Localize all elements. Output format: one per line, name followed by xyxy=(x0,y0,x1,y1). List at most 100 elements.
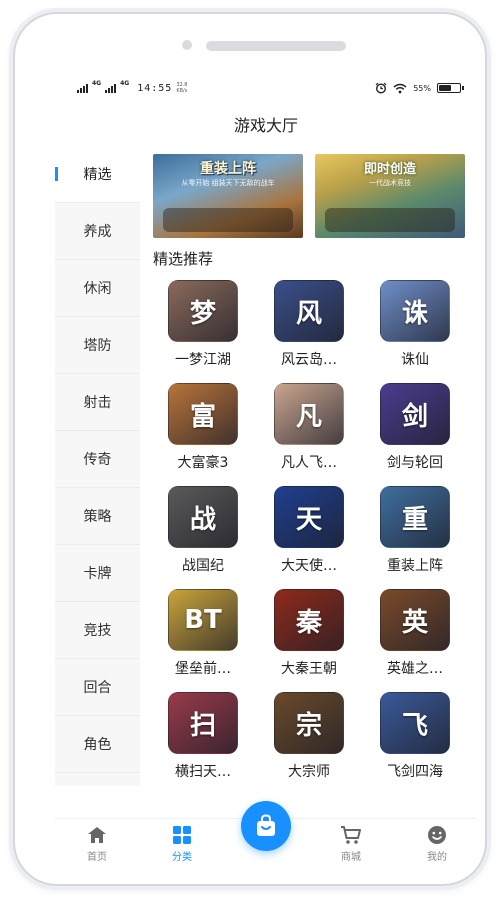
earpiece-speaker xyxy=(206,41,346,51)
status-bar: 4G 4G 14:55 32.8 KB/s 55% xyxy=(55,76,477,102)
app-item[interactable]: 风风云岛… xyxy=(259,280,359,369)
tab-shop[interactable]: 商城 xyxy=(321,825,381,863)
sidebar-item-label: 休闲 xyxy=(83,281,112,297)
net-speed-unit: KB/s xyxy=(176,88,188,94)
app-item[interactable]: 凡凡人飞… xyxy=(259,383,359,472)
app-icon: BT xyxy=(168,589,238,651)
tab-label: 商城 xyxy=(341,852,361,863)
app-item[interactable]: BT 堡垒前… xyxy=(153,589,253,678)
app-item[interactable]: 剑剑与轮回 xyxy=(365,383,465,472)
battery-icon xyxy=(437,83,464,93)
phone-frame: 4G 4G 14:55 32.8 KB/s 55% 游戏大厅 精选 养成 休闲 … xyxy=(13,12,487,886)
app-name: 大天使… xyxy=(281,558,337,574)
wifi-icon xyxy=(393,83,407,93)
main-content: 重装上阵 从零开始 组装天下无敌的战车 即时创造 一代战术竞技 精选推荐 梦一梦… xyxy=(153,154,469,818)
app-item[interactable]: 富大富豪3 xyxy=(153,383,253,472)
app-name: 大宗师 xyxy=(288,764,330,780)
sidebar-item-category[interactable]: 塔防 xyxy=(55,317,140,374)
grid-icon xyxy=(171,825,193,845)
app-icon: 秦 xyxy=(274,589,344,651)
page-title: 游戏大厅 xyxy=(233,116,298,135)
app-name: 剑与轮回 xyxy=(387,455,443,471)
app-item[interactable]: 秦大秦王朝 xyxy=(259,589,359,678)
sidebar-item-category[interactable]: 策略 xyxy=(55,488,140,545)
app-name: 重装上阵 xyxy=(387,558,443,574)
app-name: 大富豪3 xyxy=(177,455,229,471)
tab-category[interactable]: 分类 xyxy=(152,825,212,863)
app-item[interactable]: 飞飞剑四海 xyxy=(365,692,465,781)
sidebar-item-label: 传奇 xyxy=(83,452,112,468)
smile-icon xyxy=(426,825,448,845)
app-name: 横扫天… xyxy=(175,764,231,780)
network-type-1: 4G xyxy=(92,80,102,87)
tab-mine[interactable]: 我的 xyxy=(407,825,467,863)
sidebar-item-category[interactable]: 角色 xyxy=(55,716,140,773)
sidebar-item-category[interactable]: 精选 xyxy=(55,146,140,203)
category-sidebar: 精选养成休闲塔防射击传奇策略卡牌竞技回合角色 xyxy=(55,146,140,786)
banner-title: 重装上阵 xyxy=(200,161,256,177)
sidebar-item-label: 塔防 xyxy=(83,338,112,354)
alarm-icon xyxy=(375,82,387,94)
app-icon: 宗 xyxy=(274,692,344,754)
app-icon: 飞 xyxy=(380,692,450,754)
sidebar-item-category[interactable]: 射击 xyxy=(55,374,140,431)
app-icon: 诛 xyxy=(380,280,450,342)
clock: 14:55 xyxy=(137,82,173,94)
battery-percent: 55% xyxy=(413,83,431,93)
sidebar-item-label: 精选 xyxy=(83,167,112,183)
battery-fill xyxy=(439,85,452,91)
banner-jishichuangzao[interactable]: 即时创造 一代战术竞技 xyxy=(315,154,465,238)
screen: 4G 4G 14:55 32.8 KB/s 55% 游戏大厅 精选 养成 休闲 … xyxy=(55,76,477,866)
app-icon: 扫 xyxy=(168,692,238,754)
app-name: 大秦王朝 xyxy=(281,661,337,677)
sidebar-item-category[interactable]: 养成 xyxy=(55,203,140,260)
app-icon: 凡 xyxy=(274,383,344,445)
app-item[interactable]: 扫横扫天… xyxy=(153,692,253,781)
app-name: 战国纪 xyxy=(182,558,224,574)
app-name: 英雄之… xyxy=(387,661,443,677)
sidebar-item-label: 角色 xyxy=(83,737,112,753)
app-icon: 风 xyxy=(274,280,344,342)
banner-subtitle: 一代战术竞技 xyxy=(369,179,411,187)
status-right: 55% xyxy=(375,82,464,94)
section-title: 精选推荐 xyxy=(153,250,214,268)
tab-home[interactable]: 首页 xyxy=(67,825,127,863)
app-icon: 战 xyxy=(168,486,238,548)
sidebar-item-category[interactable]: 休闲 xyxy=(55,260,140,317)
app-icon: 天 xyxy=(274,486,344,548)
sidebar-item-label: 策略 xyxy=(83,509,112,525)
app-icon: 富 xyxy=(168,383,238,445)
network-type-2: 4G xyxy=(120,80,130,87)
sidebar-item-label: 回合 xyxy=(83,680,112,696)
sidebar-item-label: 竞技 xyxy=(83,623,112,639)
app-name: 一梦江湖 xyxy=(175,352,231,368)
sidebar-item-label: 射击 xyxy=(83,395,112,411)
sidebar-item-category[interactable]: 传奇 xyxy=(55,431,140,488)
signal-icon xyxy=(77,83,88,93)
app-item[interactable]: 英英雄之… xyxy=(365,589,465,678)
app-item[interactable]: 宗大宗师 xyxy=(259,692,359,781)
sidebar-item-label: 养成 xyxy=(83,224,112,240)
app-name: 堡垒前… xyxy=(175,661,231,677)
app-name: 风云岛… xyxy=(281,352,337,368)
app-item[interactable]: 诛诛仙 xyxy=(365,280,465,369)
sidebar-item-category[interactable]: 卡牌 xyxy=(55,545,140,602)
app-icon: 剑 xyxy=(380,383,450,445)
app-icon: 梦 xyxy=(168,280,238,342)
app-name: 飞剑四海 xyxy=(387,764,443,780)
signal-icon xyxy=(105,83,117,93)
center-shop-button[interactable] xyxy=(241,801,291,851)
tab-label: 我的 xyxy=(427,852,447,863)
app-icon: 英 xyxy=(380,589,450,651)
app-item[interactable]: 天大天使… xyxy=(259,486,359,575)
app-item[interactable]: 梦一梦江湖 xyxy=(153,280,253,369)
sidebar-item-category[interactable]: 回合 xyxy=(55,659,140,716)
app-item[interactable]: 战战国纪 xyxy=(153,486,253,575)
app-item[interactable]: 重重装上阵 xyxy=(365,486,465,575)
sidebar-item-category[interactable]: 竞技 xyxy=(55,602,140,659)
banner-chongzhuang[interactable]: 重装上阵 从零开始 组装天下无敌的战车 xyxy=(153,154,303,238)
app-name: 凡人飞… xyxy=(281,455,337,471)
banner-artwork xyxy=(163,208,293,232)
banner-row: 重装上阵 从零开始 组装天下无敌的战车 即时创造 一代战术竞技 xyxy=(153,154,469,238)
banner-title: 即时创造 xyxy=(363,162,416,177)
